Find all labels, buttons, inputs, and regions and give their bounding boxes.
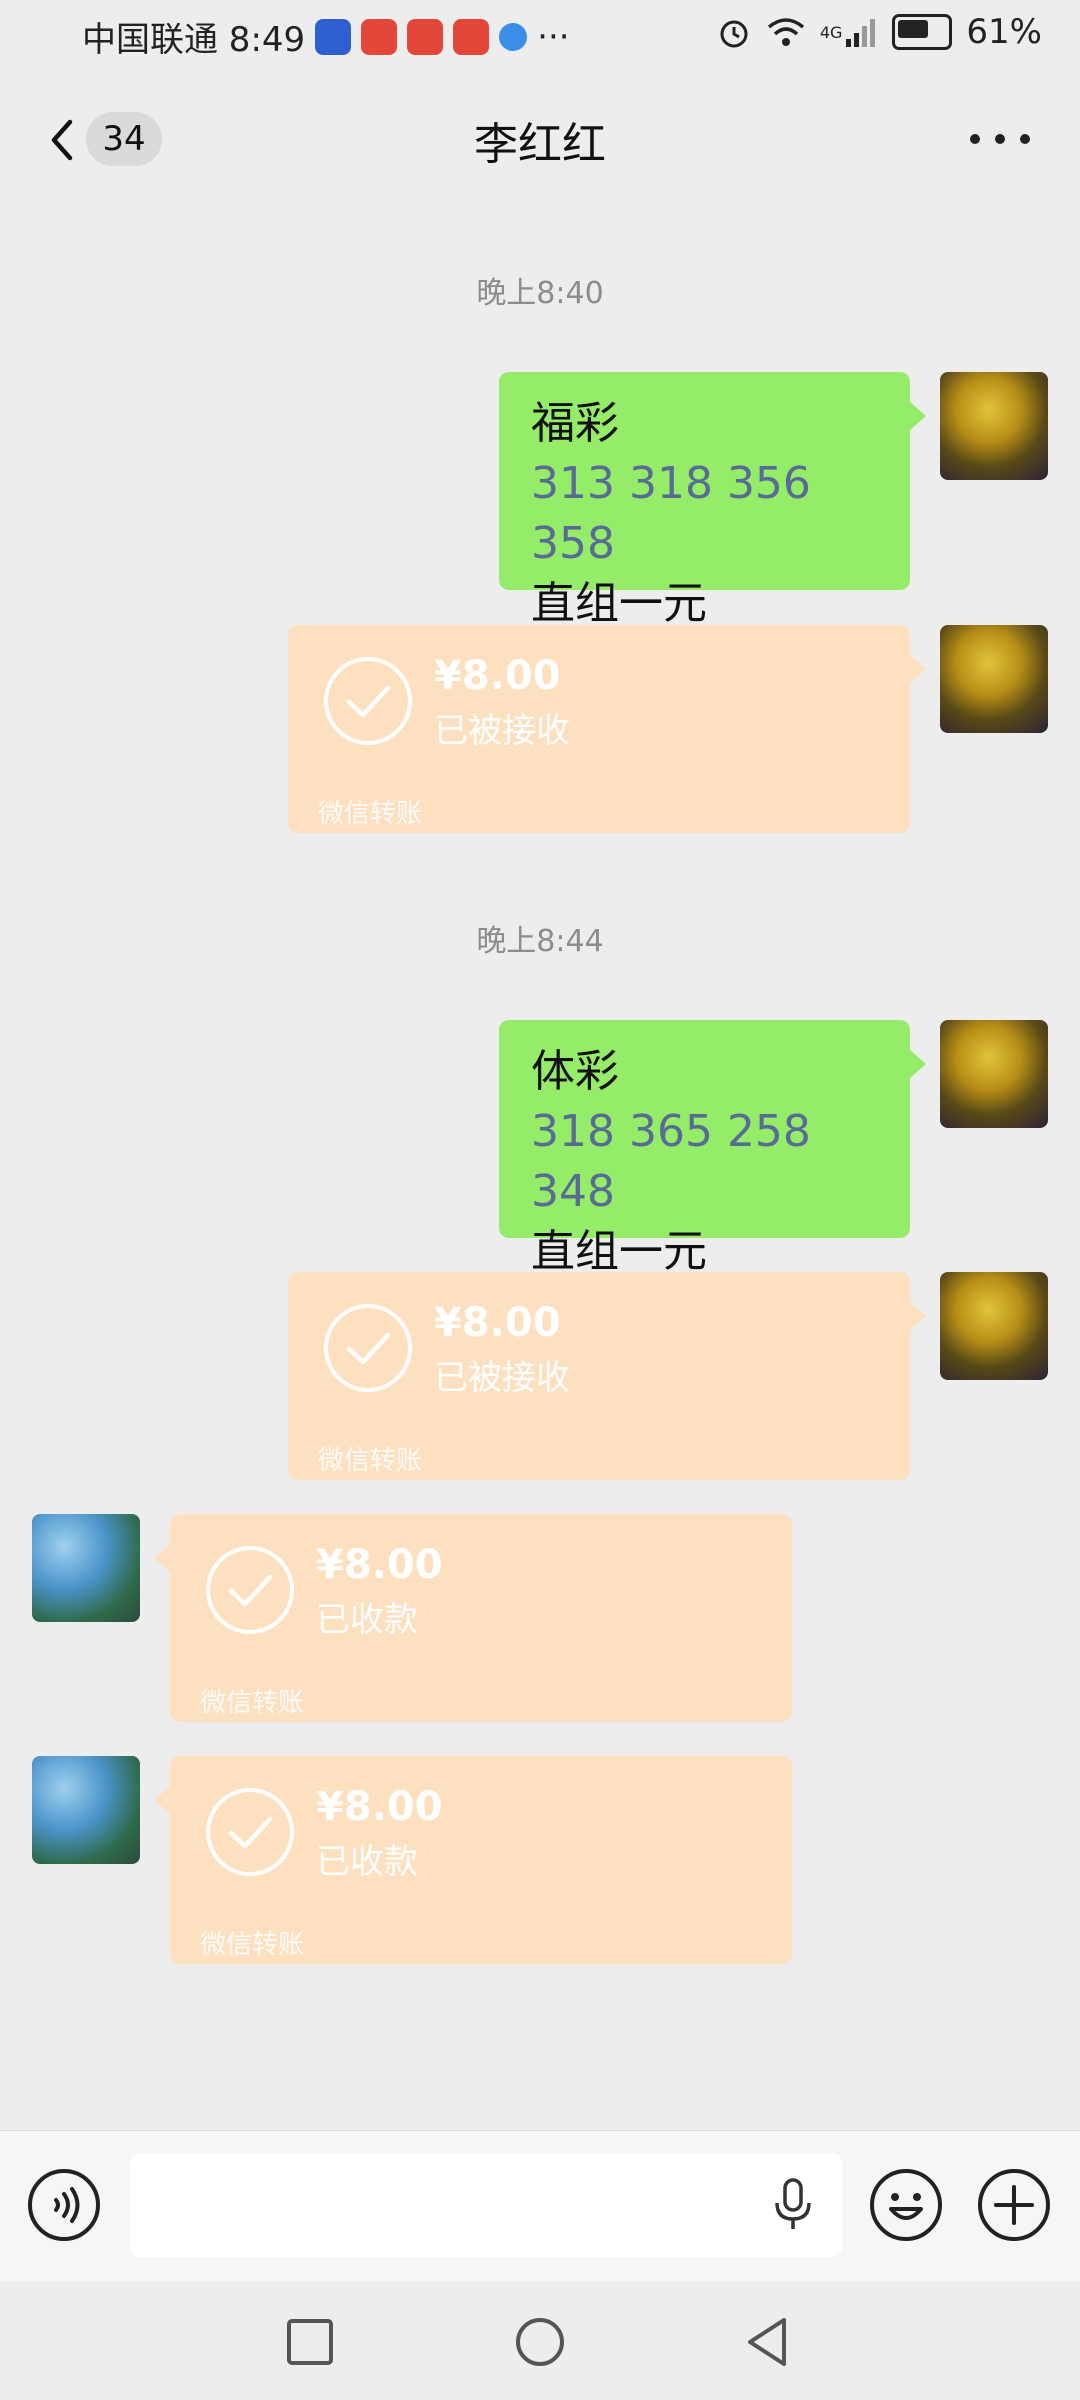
transfer-label: 微信转账 bbox=[318, 799, 423, 829]
wifi-icon bbox=[767, 18, 804, 46]
message-numbers: 313 318 356 358 bbox=[531, 458, 811, 569]
status-bar: 中国联通 8:49 ··· 4G 61% bbox=[0, 0, 1080, 72]
chat-title: 李红红 bbox=[474, 119, 606, 170]
chat-screen: 中国联通 8:49 ··· 4G 61% 34 李红红 晚上8:40 福彩 31… bbox=[0, 0, 1080, 2400]
recent-apps-icon[interactable] bbox=[282, 2314, 338, 2370]
transfer-amount: ¥8.00 bbox=[316, 1542, 443, 1588]
transfer-amount: ¥8.00 bbox=[434, 653, 561, 699]
back-nav-icon[interactable] bbox=[740, 2314, 796, 2370]
transfer-label: 微信转账 bbox=[200, 1930, 305, 1960]
message-timestamp: 晚上8:40 bbox=[476, 276, 604, 311]
system-nav-bar bbox=[0, 2282, 1080, 2400]
network-type: 4G bbox=[819, 22, 843, 42]
transfer-bubble[interactable]: ¥8.00 已收款 微信转账 bbox=[154, 1514, 792, 1722]
voice-icon[interactable] bbox=[26, 2167, 102, 2243]
transfer-amount: ¥8.00 bbox=[434, 1300, 561, 1346]
contact-avatar[interactable] bbox=[32, 1514, 140, 1622]
signal-icon bbox=[846, 19, 876, 47]
check-icon bbox=[324, 1304, 412, 1392]
contact-avatar[interactable] bbox=[32, 1756, 140, 1864]
text-message-bubble[interactable]: 福彩 313 318 356 358 直组一元 bbox=[499, 372, 926, 629]
message-line: 体彩 bbox=[531, 1046, 619, 1097]
app-notification-icon bbox=[499, 22, 528, 51]
transfer-status: 已被接收 bbox=[434, 1358, 570, 1398]
status-left: 中国联通 8:49 ··· bbox=[82, 12, 570, 61]
transfer-label: 微信转账 bbox=[200, 1688, 305, 1718]
mic-icon[interactable] bbox=[768, 2177, 818, 2233]
app-notification-icon bbox=[315, 18, 352, 55]
self-avatar[interactable] bbox=[940, 372, 1048, 480]
text-message-bubble[interactable]: 体彩 318 365 258 348 直组一元 bbox=[499, 1020, 926, 1277]
transfer-label: 微信转账 bbox=[318, 1446, 423, 1476]
self-avatar[interactable] bbox=[940, 1272, 1048, 1380]
more-notifications: ··· bbox=[537, 16, 570, 57]
transfer-bubble[interactable]: ¥8.00 已被接收 微信转账 bbox=[288, 625, 926, 833]
transfer-status: 已被接收 bbox=[434, 711, 570, 751]
status-right: 4G 61% bbox=[716, 12, 1042, 52]
home-icon[interactable] bbox=[512, 2314, 568, 2370]
message-input[interactable] bbox=[130, 2153, 842, 2257]
emoji-icon[interactable] bbox=[868, 2167, 944, 2243]
transfer-status: 已收款 bbox=[316, 1842, 418, 1882]
transfer-amount: ¥8.00 bbox=[316, 1784, 443, 1830]
alarm-icon bbox=[720, 20, 748, 48]
check-icon bbox=[206, 1788, 294, 1876]
app-notification-icon bbox=[361, 18, 398, 55]
transfer-bubble[interactable]: ¥8.00 已收款 微信转账 bbox=[154, 1756, 792, 1964]
battery-icon bbox=[892, 14, 953, 50]
transfer-bubble[interactable]: ¥8.00 已被接收 微信转账 bbox=[288, 1272, 926, 1480]
plus-icon[interactable] bbox=[976, 2167, 1052, 2243]
self-avatar[interactable] bbox=[940, 625, 1048, 733]
message-numbers: 318 365 258 348 bbox=[531, 1106, 811, 1217]
app-notification-icon bbox=[453, 18, 490, 55]
check-icon bbox=[324, 657, 412, 745]
check-icon bbox=[206, 1546, 294, 1634]
more-icon[interactable] bbox=[970, 114, 1030, 164]
battery-percent: 61% bbox=[966, 12, 1042, 52]
self-avatar[interactable] bbox=[940, 1020, 1048, 1128]
carrier-time: 中国联通 8:49 bbox=[82, 20, 306, 60]
app-notification-icon bbox=[407, 18, 444, 55]
message-line: 福彩 bbox=[531, 398, 619, 449]
input-bar bbox=[0, 2130, 1080, 2281]
transfer-status: 已收款 bbox=[316, 1600, 418, 1640]
message-timestamp: 晚上8:44 bbox=[476, 924, 604, 959]
chat-header: 34 李红红 bbox=[0, 86, 1080, 190]
